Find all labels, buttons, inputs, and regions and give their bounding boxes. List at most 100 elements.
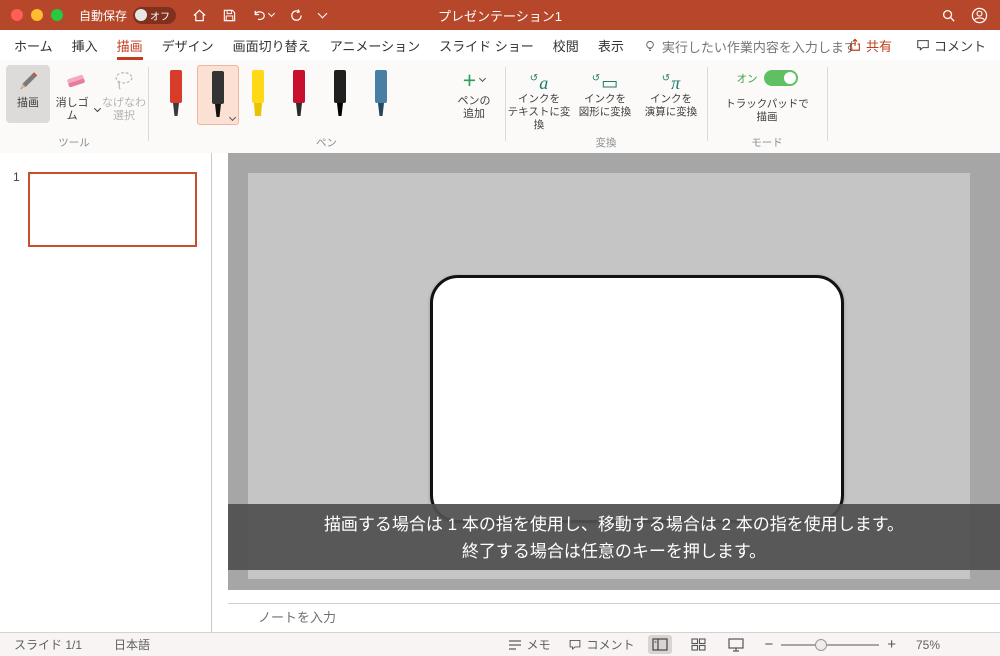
display-icon [728, 637, 745, 652]
group-separator [827, 67, 828, 141]
ink-to-shape-button[interactable]: ↺ ▭ インクを 図形に変換 [573, 67, 637, 119]
normal-view-icon [652, 638, 669, 651]
ink-to-math-label: インクを 演算に変換 [644, 93, 698, 118]
customize-toolbar-chevron-icon[interactable] [317, 8, 328, 19]
tab-home[interactable]: ホーム [14, 30, 53, 60]
pen-red-marker[interactable] [279, 65, 319, 123]
pen-options-chevron-icon[interactable] [228, 113, 237, 122]
zoom-in-button[interactable]: + [887, 636, 896, 653]
ink-to-math-button[interactable]: ↺ π インクを 演算に変換 [639, 67, 703, 119]
toast-line-2: 終了する場合は任意のキーを押します。 [461, 542, 767, 561]
minimize-window-button[interactable] [31, 9, 43, 21]
share-label: 共有 [865, 38, 892, 54]
autosave-pill: オフ [133, 6, 177, 24]
undo-button[interactable] [252, 8, 276, 23]
tab-animations[interactable]: アニメーション [330, 30, 420, 60]
tab-design[interactable]: デザイン [162, 30, 214, 60]
ink-rounded-rectangle[interactable] [430, 275, 844, 523]
notes-input[interactable]: ノートを入力 [228, 603, 1000, 633]
ink-to-text-button[interactable]: ↺ a インクを テキストに変換 [507, 67, 571, 132]
lasso-select-button[interactable]: なげなわ 選択 [102, 65, 146, 123]
add-pen-button[interactable]: + ペンの 追加 [448, 65, 500, 121]
draw-tool-label: 描画 [17, 97, 39, 109]
pen-black-fine-selected[interactable] [197, 65, 239, 125]
search-icon[interactable] [941, 8, 956, 23]
pen-icon [375, 70, 387, 116]
comment-icon [917, 40, 929, 51]
save-icon[interactable] [222, 8, 237, 23]
zoom-percentage[interactable]: 75% [908, 638, 940, 652]
redo-icon[interactable] [289, 8, 304, 23]
lightbulb-icon [645, 40, 654, 52]
slide-count: スライド 1/1 [14, 638, 83, 652]
group-convert: ↺ a インクを テキストに変換 ↺ ▭ インクを 図形に変換 ↺ π インクを 演算… [505, 60, 707, 153]
slide-thumbnail[interactable] [28, 172, 197, 247]
pen-icon [293, 70, 305, 116]
drawing-hint-toast: 描画する場合は 1 本の指を使用し、移動する場合は 2 本の指を使用します。 終… [228, 504, 1000, 570]
tab-view[interactable]: 表示 [598, 30, 624, 60]
pencil-icon [16, 65, 40, 97]
eraser-icon [64, 65, 88, 97]
zoom-slider[interactable] [781, 638, 880, 652]
share-icon [850, 38, 860, 51]
eraser-label: 消しゴム [55, 97, 89, 122]
tab-transitions[interactable]: 画面切り替え [233, 30, 311, 60]
trackpad-draw-toggle[interactable] [763, 70, 798, 86]
status-bar: スライド 1/1 日本語 メモ コメント − + 75% [0, 632, 1000, 656]
comments-label: コメント [933, 38, 986, 54]
slide-number: 1 [13, 170, 20, 184]
comment-icon [570, 639, 581, 651]
home-icon[interactable] [192, 8, 207, 23]
share-button[interactable]: 共有 [848, 36, 892, 55]
autosave-state: オフ [150, 11, 171, 23]
tell-me-label: 実行したい作業内容を入力します [661, 40, 857, 55]
grid-view-icon [691, 638, 706, 651]
draw-tool-button[interactable]: 描画 [6, 65, 50, 123]
slide-canvas-area[interactable]: 描画する場合は 1 本の指を使用し、移動する場合は 2 本の指を使用します。 終… [228, 153, 1000, 590]
slideshow-view-button[interactable] [724, 635, 748, 654]
plus-icon: + [462, 67, 477, 93]
powerpoint-window: 自動保存 オフ プレゼンテーション1 ホーム 挿入 描画 デザイン 画面切り替え… [0, 0, 1000, 656]
normal-view-button[interactable] [648, 635, 673, 654]
zoom-window-button[interactable] [51, 9, 63, 21]
pen-icon [252, 70, 264, 116]
slides-panel: 1 [0, 153, 212, 632]
notes-toggle-button[interactable]: メモ [508, 636, 550, 653]
pen-galaxy[interactable] [361, 65, 401, 123]
convert-group-label: 変換 [595, 137, 617, 149]
ink-to-text-label: インクを テキストに変換 [507, 93, 571, 131]
group-mode: オン トラックパッドで 描画 モード [707, 60, 827, 153]
eraser-button[interactable]: 消しゴム [52, 65, 102, 123]
account-icon[interactable] [971, 7, 988, 24]
tab-slideshow[interactable]: スライド ショー [439, 30, 534, 60]
pen-icon [212, 71, 224, 117]
group-pens: + ペンの 追加 ペン [148, 60, 505, 153]
zoom-slider-track [781, 643, 880, 646]
comments-button[interactable]: コメント [916, 36, 986, 55]
trackpad-draw-label: トラックパッドで 描画 [725, 98, 809, 123]
close-window-button[interactable] [11, 9, 23, 21]
zoom-out-button[interactable]: − [764, 636, 773, 653]
ink-to-math-icon: ↺ π [661, 73, 681, 93]
ribbon-tabs: ホーム 挿入 描画 デザイン 画面切り替え アニメーション スライド ショー 校… [0, 30, 1000, 60]
add-pen-chevron-icon [479, 74, 487, 83]
pen-black-marker[interactable] [320, 65, 360, 123]
pen-red-fine[interactable] [156, 65, 196, 123]
comments-pane-button[interactable]: コメント [568, 636, 634, 653]
lasso-label: なげなわ 選択 [102, 97, 146, 122]
ink-to-shape-label: インクを 図形に変換 [578, 93, 632, 118]
slide-sorter-view-button[interactable] [686, 635, 710, 654]
tell-me-box[interactable]: 実行したい作業内容を入力します [643, 30, 857, 60]
toast-line-1: 描画する場合は 1 本の指を使用し、移動する場合は 2 本の指を使用します。 [323, 515, 905, 534]
eraser-chevron-icon[interactable] [94, 105, 102, 112]
tab-insert[interactable]: 挿入 [72, 30, 98, 60]
tab-review[interactable]: 校閲 [553, 30, 579, 60]
autosave-toggle[interactable]: 自動保存 オフ [79, 6, 177, 24]
zoom-slider-knob[interactable] [814, 638, 827, 651]
tab-draw[interactable]: 描画 [116, 30, 143, 60]
add-pen-label: ペンの 追加 [457, 95, 491, 120]
undo-chevron-icon[interactable] [267, 9, 276, 18]
pen-yellow-highlighter[interactable] [238, 65, 278, 123]
main-pane: 描画する場合は 1 本の指を使用し、移動する場合は 2 本の指を使用します。 終… [212, 153, 1000, 633]
ribbon-draw-tab: 描画 消しゴム なげなわ 選択 ツール + ペンの 追加 ペン ↺ a インクを… [0, 60, 1000, 154]
